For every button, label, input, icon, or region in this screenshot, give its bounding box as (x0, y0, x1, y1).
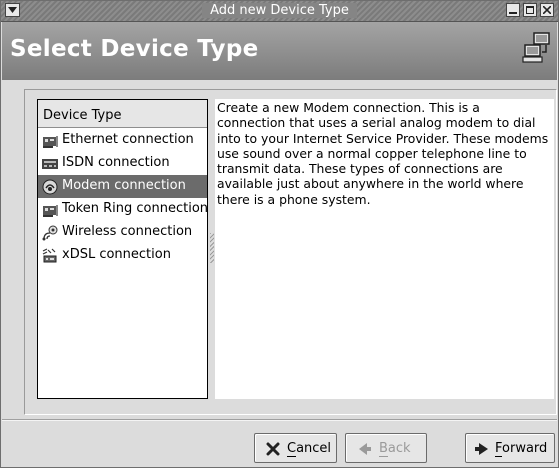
back-mnemonic: B (379, 441, 388, 457)
description-pane: Create a new Modem connection. This is a… (215, 99, 554, 399)
list-item-ethernet[interactable]: Ethernet connection (38, 129, 207, 152)
list-item-token-ring[interactable]: Token Ring connection (38, 198, 207, 221)
back-label: ack (387, 441, 411, 456)
page-title: Select Device Type (10, 36, 259, 62)
close-icon (543, 6, 551, 14)
modem-icon (42, 179, 58, 195)
forward-mnemonic: F (495, 441, 503, 457)
button-separator (2, 419, 557, 421)
isdn-card-icon (42, 159, 58, 169)
wireless-icon (42, 225, 58, 241)
ethernet-card-icon (43, 136, 58, 148)
minimize-icon (509, 12, 517, 14)
title-bar[interactable]: Add new Device Type (1, 1, 558, 22)
forward-label: orward (502, 441, 548, 456)
list-item-modem[interactable]: Modem connection (38, 175, 207, 198)
cancel-button[interactable]: Cancel (254, 433, 337, 463)
forward-arrow-icon (475, 443, 488, 455)
list-item-isdn[interactable]: ISDN connection (38, 152, 207, 175)
list-item-xdsl[interactable]: xDSL connection (38, 244, 207, 267)
cancel-x-icon (266, 442, 280, 456)
xdsl-icon (42, 248, 57, 263)
window-title: Add new Device Type (1, 3, 558, 19)
device-type-list[interactable]: Device Type Ethernet connection ISDN con… (37, 99, 208, 399)
splitter-grip[interactable] (210, 233, 214, 263)
minimize-button[interactable] (506, 3, 520, 17)
description-text: Create a new Modem connection. This is a… (217, 100, 549, 207)
network-computers-icon (522, 32, 550, 63)
dialog-window: Add new Device Type Select Device Type D… (0, 0, 559, 468)
cancel-label: ancel (296, 441, 332, 456)
back-button[interactable]: Back (345, 433, 427, 463)
maximize-button[interactable] (523, 3, 537, 17)
header-banner: Select Device Type (2, 22, 557, 80)
close-button[interactable] (540, 3, 554, 17)
cancel-mnemonic: C (287, 441, 297, 457)
maximize-icon (526, 6, 534, 14)
forward-button[interactable]: Forward (465, 433, 555, 463)
device-type-column-header[interactable]: Device Type (38, 100, 207, 128)
back-arrow-icon (359, 443, 371, 455)
token-ring-card-icon (43, 205, 58, 217)
list-item-wireless[interactable]: Wireless connection (38, 221, 207, 244)
